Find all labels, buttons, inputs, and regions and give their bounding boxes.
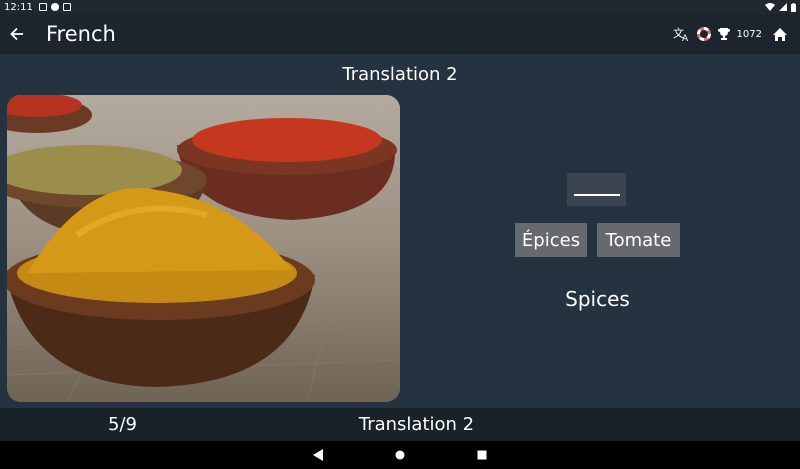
- back-button[interactable]: [0, 14, 34, 54]
- footer-bar: 5/9 Translation 2: [0, 408, 800, 441]
- nav-back-button[interactable]: [311, 448, 325, 462]
- app-bar: French 文 A 1072: [0, 14, 800, 54]
- triangle-back-icon: [313, 449, 323, 461]
- square-recents-icon: [477, 450, 487, 460]
- answer-slot[interactable]: [567, 173, 626, 206]
- notification-icon: [50, 3, 59, 11]
- status-time: 12:11: [4, 1, 33, 13]
- circle-home-icon: [395, 450, 405, 460]
- notification-icon: [38, 3, 47, 11]
- spices-illustration: [7, 95, 400, 402]
- choice-button-tomate[interactable]: Tomate: [597, 223, 680, 257]
- nav-home-button[interactable]: [393, 448, 407, 462]
- signal-icon: [779, 3, 787, 11]
- prompt-word: Spices: [565, 287, 630, 311]
- status-bar: 12:11: [0, 0, 800, 14]
- notification-icon: [62, 3, 71, 11]
- trophy-icon[interactable]: [717, 27, 731, 41]
- home-icon[interactable]: [772, 27, 788, 42]
- lesson-title: Translation 2: [342, 64, 458, 85]
- answer-blank: [573, 193, 620, 196]
- lifebuoy-icon[interactable]: [696, 27, 711, 41]
- wifi-icon: [765, 3, 775, 11]
- svg-text:A: A: [682, 34, 689, 42]
- nav-recents-button[interactable]: [475, 448, 489, 462]
- back-arrow-icon: [10, 27, 23, 41]
- exercise-image: [7, 95, 400, 402]
- translate-icon[interactable]: 文 A: [673, 26, 691, 42]
- system-nav-bar: [0, 441, 800, 469]
- score-count: 1072: [736, 28, 762, 40]
- choice-button-epices[interactable]: Épices: [515, 223, 587, 257]
- footer-title: Translation 2: [358, 414, 475, 435]
- app-title: French: [46, 22, 116, 46]
- battery-icon: [791, 2, 796, 12]
